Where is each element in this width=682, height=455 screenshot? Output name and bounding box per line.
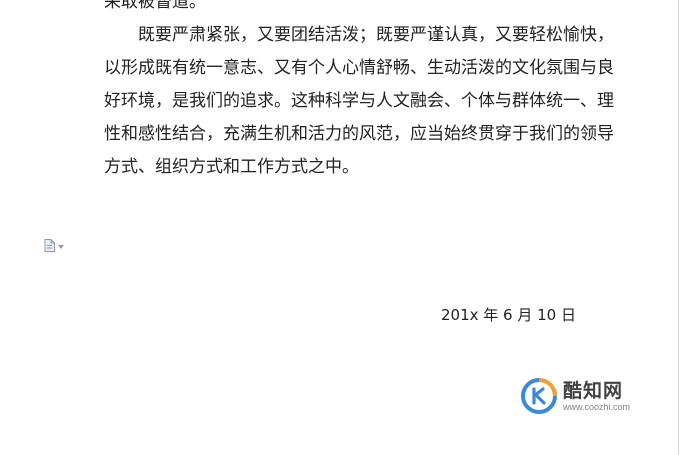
paste-options-button[interactable] bbox=[44, 239, 64, 252]
watermark-name: 酷知网 bbox=[563, 379, 624, 402]
paragraph-line: 以形成既有统一意志、又有个人心情舒畅、生动活泼的文化氛围与良 bbox=[104, 58, 614, 78]
paragraph-line: 性和感性结合，充满生机和活力的风范，应当始终贯穿于我们的领导 bbox=[104, 124, 614, 144]
paragraph-line: 方式、组织方式和工作方式之中。 bbox=[104, 157, 359, 177]
partial-text-line: 采取被督道。 bbox=[104, 0, 206, 12]
document-body: 采取被督道。 既要严肃紧张，又要团结活泼；既要严谨认真，又要轻松愉快， 以形成既… bbox=[104, 0, 614, 184]
paragraph-line: 好环境，是我们的追求。这种科学与人文融会、个体与群体统一、理 bbox=[104, 91, 614, 111]
watermark-text: 酷知网 www.coozhi.com bbox=[563, 380, 630, 413]
document-date: 201x 年 6 月 10 日 bbox=[441, 306, 576, 324]
chevron-down-icon bbox=[58, 244, 64, 249]
paragraph: 既要严肃紧张，又要团结活泼；既要严谨认真，又要轻松愉快， 以形成既有统一意志、又… bbox=[104, 19, 614, 184]
watermark-url: www.coozhi.com bbox=[563, 401, 631, 412]
paste-options-icon bbox=[44, 239, 55, 252]
document-viewport: 采取被督道。 既要严肃紧张，又要团结活泼；既要严谨认真，又要轻松愉快， 以形成既… bbox=[0, 0, 682, 455]
paragraph-line: 既要严肃紧张，又要团结活泼；既要严谨认真，又要轻松愉快， bbox=[138, 25, 614, 45]
coozhi-logo-icon bbox=[521, 378, 557, 414]
page-edge-divider bbox=[678, 0, 679, 455]
site-watermark: 酷知网 www.coozhi.com bbox=[521, 378, 630, 414]
